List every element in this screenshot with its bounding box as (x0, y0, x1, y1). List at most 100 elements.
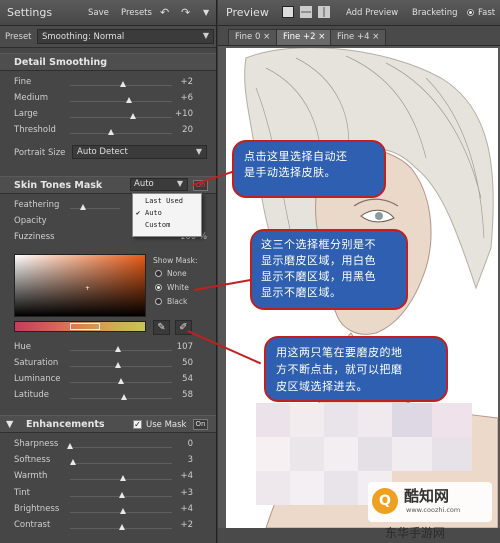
split-horizontal-icon[interactable] (300, 6, 312, 18)
tab-fine-0[interactable]: Fine 0 × (228, 29, 278, 45)
slider-label: Softness (14, 455, 51, 466)
menu-item-label: Auto (145, 209, 162, 217)
close-icon[interactable]: × (263, 32, 270, 42)
slider-value: 50 (182, 358, 193, 368)
skin-tones-mask-header[interactable]: Skin Tones Mask Auto ▼ On (0, 176, 216, 194)
close-icon[interactable]: × (318, 32, 325, 42)
portrait-size-select[interactable]: Auto Detect ▼ (72, 145, 207, 159)
slider-knob[interactable] (107, 129, 114, 135)
slider-value: 107 (176, 342, 193, 352)
use-mask-checkbox[interactable]: ✓ (133, 420, 142, 429)
callout-text: 方不断点击，就可以把磨 (276, 363, 403, 376)
hue-range-window[interactable] (70, 323, 100, 330)
slider-medium: Medium +6 (0, 90, 216, 106)
slider-label: Brightness (14, 503, 60, 514)
preset-select[interactable]: Smoothing: Normal ▼ (37, 29, 214, 44)
slider-label: Sharpness (14, 439, 59, 449)
show-mask-black-radio[interactable] (155, 298, 162, 305)
tab-fine-plus-4[interactable]: Fine +4 × (330, 29, 387, 45)
slider-knob[interactable] (114, 362, 121, 368)
slider-knob[interactable] (114, 346, 121, 352)
slider-knob[interactable] (119, 491, 126, 498)
slider-knob[interactable] (120, 507, 127, 514)
slider-warmth: Warmth +4 (0, 468, 216, 484)
detail-smoothing-header[interactable]: Detail Smoothing (0, 53, 216, 71)
enhancements-header[interactable]: ▼ Enhancements ✓ Use Mask On (0, 415, 216, 433)
enhancements-on-toggle[interactable]: On (193, 419, 208, 430)
slider-knob[interactable] (130, 113, 137, 119)
menu-icon[interactable]: ▼ (203, 8, 209, 17)
watermark-corner-text: 东华手游网 (385, 526, 446, 540)
show-mask-white-radio[interactable] (155, 284, 162, 291)
callout-text: 这三个选择框分别是不 (261, 238, 376, 251)
slider-track[interactable] (70, 101, 172, 102)
slider-track[interactable] (70, 447, 172, 448)
opacity-label: Opacity (14, 216, 47, 226)
feathering-track[interactable] (70, 208, 120, 209)
preset-value: Smoothing: Normal (42, 32, 125, 42)
menu-item-auto[interactable]: ✔ Auto (133, 209, 201, 221)
tab-label: Fine +4 (337, 32, 370, 42)
undo-icon[interactable]: ↶ (160, 6, 169, 19)
single-view-icon[interactable] (282, 6, 294, 18)
detail-smoothing-title: Detail Smoothing (14, 57, 108, 68)
slider-knob[interactable] (118, 378, 124, 384)
slider-label: Large (14, 109, 38, 119)
slider-track[interactable] (70, 366, 172, 367)
fast-radio[interactable] (467, 9, 474, 16)
add-preview-button[interactable]: Add Preview (346, 8, 398, 18)
chevron-down-icon: ▼ (202, 31, 209, 40)
slider-label: Latitude (14, 390, 49, 400)
slider-track[interactable] (70, 463, 172, 465)
slider-hue: Hue 107 (0, 339, 216, 355)
slider-knob[interactable] (70, 459, 77, 466)
enhancements-title: Enhancements (26, 419, 105, 430)
skin-color-picker-field[interactable]: + (14, 254, 146, 317)
preview-toolbar: Preview Add Preview Bracketing Fast (218, 0, 500, 26)
slider-label: Fine (14, 77, 32, 87)
slider-value: +4 (180, 503, 193, 514)
skin-hue-range-bar[interactable] (14, 321, 146, 332)
chevron-down-icon: ▼ (195, 147, 202, 156)
skin-tones-mask-title: Skin Tones Mask (14, 180, 103, 191)
presets-button[interactable]: Presets (121, 8, 152, 18)
slider-knob[interactable] (126, 97, 133, 103)
show-mask-label: Show Mask: (153, 256, 198, 265)
slider-knob[interactable] (67, 443, 73, 449)
tab-label: Fine 0 (235, 32, 261, 42)
callout-text: 显示不磨区域，用黑色 (261, 270, 376, 283)
slider-knob[interactable] (120, 475, 127, 482)
color-point-marker: + (85, 285, 91, 292)
show-mask-none-radio[interactable] (155, 270, 162, 277)
bracketing-button[interactable]: Bracketing (412, 8, 458, 18)
preset-row: Preset Smoothing: Normal ▼ (0, 26, 216, 48)
menu-item-label: Custom (145, 221, 171, 229)
slider-saturation: Saturation 50 (0, 355, 216, 371)
feathering-knob[interactable] (80, 204, 86, 210)
tab-fine-plus-2[interactable]: Fine +2 × (276, 29, 333, 45)
portrait-size-value: Auto Detect (77, 147, 128, 157)
slider-track[interactable] (70, 133, 172, 134)
settings-panel: Settings Save Presets ↶ ↷ ▼ Preset Smoot… (0, 0, 217, 543)
save-button[interactable]: Save (88, 8, 109, 18)
redo-icon[interactable]: ↷ (181, 6, 190, 19)
skin-mask-mode-value: Auto (134, 179, 154, 189)
preview-statusbar (218, 528, 500, 543)
coozhi-logo-icon: Q (372, 488, 398, 514)
callout-show-mask: 这三个选择框分别是不 显示磨皮区域，用白色 显示不磨区域，用黑色 显示不磨区域。 (250, 229, 408, 310)
callout-text: 点击这里选择自动还 (244, 150, 348, 163)
slider-track[interactable] (70, 350, 172, 351)
skin-mask-mode-select[interactable]: Auto ▼ (130, 178, 188, 191)
callout-auto-manual: 点击这里选择自动还 是手动选择皮肤。 (232, 140, 386, 198)
split-vertical-icon[interactable] (318, 6, 330, 18)
add-skin-eyedropper-icon[interactable]: ✎ (153, 320, 170, 335)
slider-knob[interactable] (119, 524, 126, 530)
portrait-size-label: Portrait Size (14, 148, 66, 158)
menu-item-last-used[interactable]: Last Used (133, 197, 201, 209)
slider-knob[interactable] (120, 81, 127, 87)
enhancements-chevron-icon[interactable]: ▼ (6, 419, 13, 430)
menu-item-custom[interactable]: Custom (133, 221, 201, 233)
close-icon[interactable]: × (372, 32, 379, 42)
slider-track[interactable] (70, 117, 172, 118)
slider-knob[interactable] (121, 394, 128, 400)
